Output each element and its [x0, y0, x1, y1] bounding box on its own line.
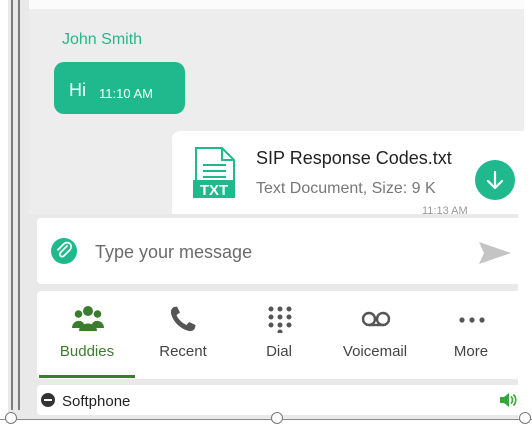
window-border-inner	[18, 0, 20, 410]
status-indicator-icon[interactable]	[41, 393, 55, 407]
bottom-navigation: Buddies Recent Dial Voicemail More	[37, 291, 523, 379]
message-bubble: Hi 11:10 AM	[54, 62, 185, 114]
nav-buddies[interactable]: Buddies	[39, 291, 135, 378]
paperclip-icon	[57, 241, 73, 258]
dialpad-icon	[268, 306, 292, 333]
nav-dial[interactable]: Dial	[231, 291, 327, 377]
message-composer	[37, 218, 523, 284]
send-icon[interactable]	[477, 240, 513, 266]
chat-history[interactable]: John Smith Hi 11:10 AM TXT SIP Response …	[29, 0, 524, 214]
active-tab-indicator	[39, 375, 135, 378]
status-label: Softphone	[62, 393, 131, 410]
status-bar: Softphone	[37, 385, 523, 415]
more-icon	[459, 317, 485, 323]
scroll-to-bottom-button[interactable]	[475, 160, 515, 200]
file-details: Text Document, Size: 9 K	[256, 180, 436, 197]
voicemail-icon	[361, 311, 391, 327]
file-type-label: TXT	[200, 182, 228, 199]
attach-button[interactable]	[51, 238, 77, 264]
nav-voicemail-label: Voicemail	[342, 343, 408, 360]
nav-dial-label: Dial	[266, 343, 292, 360]
resize-handle-right[interactable]	[519, 412, 531, 424]
text-file-icon: TXT	[193, 147, 235, 199]
file-time: 11:13 AM	[422, 205, 468, 214]
resize-handle-center[interactable]	[271, 412, 283, 424]
message-time: 11:10 AM	[99, 86, 153, 101]
nav-recent[interactable]: Recent	[135, 291, 231, 377]
nav-recent-label: Recent	[159, 343, 207, 360]
speaker-icon[interactable]	[499, 392, 517, 408]
selection-frame-edge	[0, 419, 532, 420]
nav-more-label: More	[453, 343, 489, 360]
arrow-down-icon	[486, 170, 504, 190]
nav-voicemail[interactable]: Voicemail	[327, 291, 423, 377]
buddies-icon	[72, 306, 104, 331]
message-text: Hi	[69, 80, 86, 100]
file-name: SIP Response Codes.txt	[256, 148, 452, 168]
file-attachment-card[interactable]: TXT SIP Response Codes.txt Text Document…	[172, 131, 524, 214]
window-border-left	[11, 0, 13, 410]
sender-name: John Smith	[62, 31, 143, 48]
message-input[interactable]	[95, 238, 445, 266]
chat-header-edge	[29, 0, 524, 9]
resize-handle-left[interactable]	[5, 412, 17, 424]
nav-more[interactable]: More	[423, 291, 519, 377]
nav-buddies-label: Buddies	[59, 343, 115, 360]
phone-icon	[170, 306, 196, 332]
